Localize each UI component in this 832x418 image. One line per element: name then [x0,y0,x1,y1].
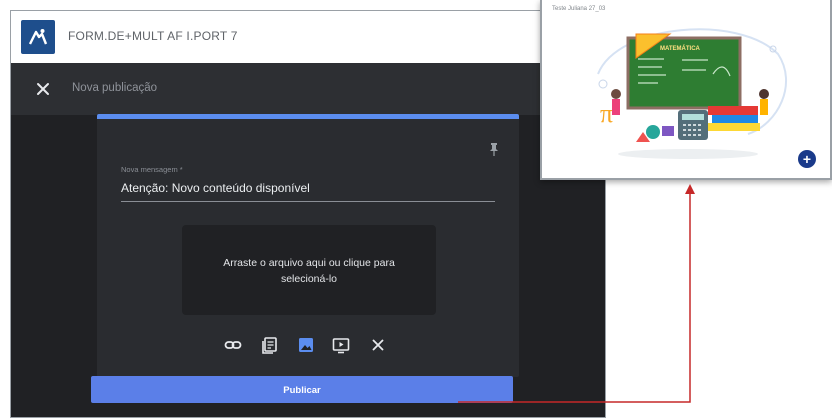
connector-arrow [458,184,695,403]
